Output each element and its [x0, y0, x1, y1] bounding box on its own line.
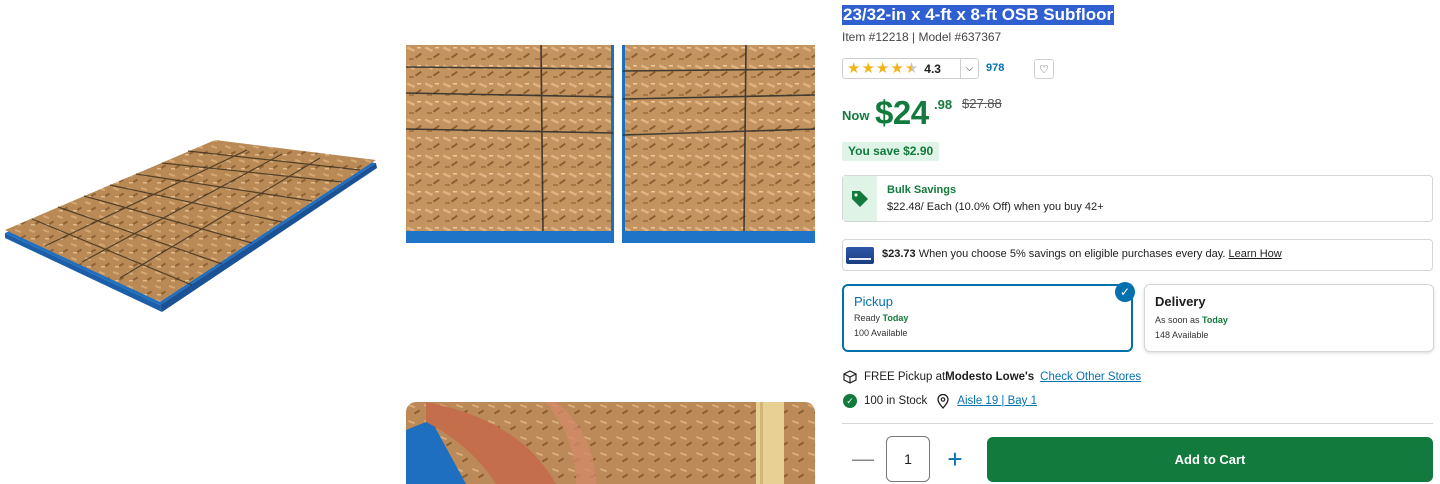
bulk-savings-title: Bulk Savings [887, 184, 957, 196]
chevron-down-icon[interactable]: ⌵ [960, 59, 978, 78]
rating-summary[interactable]: ★ ★ ★ ★ ★ 4.3 ⌵ [842, 58, 979, 79]
bulk-savings-card: Bulk Savings $22.48/ Each (10.0% Off) wh… [842, 175, 1433, 222]
pickup-ready-label: Ready [854, 313, 883, 323]
selected-check-icon: ✓ [1115, 282, 1135, 302]
box-icon [842, 369, 858, 385]
learn-how-link[interactable]: Learn How [1229, 248, 1282, 260]
pickup-ready-when: Today [882, 313, 909, 323]
price-now-label: Now [842, 108, 870, 123]
pickup-option[interactable]: Pickup Ready Today 100 Available ✓ [842, 282, 1135, 352]
card-offer-text: When you choose 5% savings on eligible p… [915, 248, 1229, 260]
delivery-soon-when: Today [1202, 315, 1228, 325]
star-icon: ★ [890, 60, 904, 77]
star-rating: ★ ★ ★ ★ ★ [847, 61, 918, 76]
product-image-closeup[interactable] [406, 45, 815, 243]
review-count-link[interactable]: 978 [986, 62, 1004, 74]
delivery-option[interactable]: Delivery As soon as Today 148 Available [1144, 284, 1434, 352]
product-details: 23/32-in x 4-ft x 8-ft OSB Subfloor Item… [842, 0, 1434, 484]
check-other-stores-link[interactable]: Check Other Stores [1040, 371, 1141, 383]
price-dollars: $24 [875, 94, 929, 131]
free-pickup-row: FREE Pickup at Modesto Lowe's Check Othe… [842, 369, 1141, 385]
rating-value: 4.3 [924, 61, 941, 76]
divider [842, 423, 1433, 424]
heart-icon: ♡ [1039, 63, 1049, 76]
pickup-available: 100 Available [854, 328, 908, 338]
item-model-number: Item #12218 | Model #637367 [842, 30, 1002, 44]
location-pin-icon [935, 393, 951, 409]
store-name: Modesto Lowe's [945, 371, 1035, 383]
stock-row: ✓ 100 in Stock Aisle 19 | Bay 1 [842, 393, 1037, 409]
quantity-input[interactable]: 1 [886, 436, 930, 482]
star-icon: ★ [875, 60, 890, 77]
check-circle-icon: ✓ [843, 394, 857, 408]
credit-card-offer: $23.73 When you choose 5% savings on eli… [842, 239, 1433, 271]
product-image-main[interactable] [0, 130, 380, 320]
quantity-increase-button[interactable]: + [942, 444, 968, 474]
bulk-savings-description: $22.48/ Each (10.0% Off) when you buy 42… [887, 201, 1104, 213]
tag-icon [843, 176, 877, 221]
star-icon: ★ [861, 60, 875, 77]
delivery-title: Delivery [1155, 294, 1206, 309]
product-title: 23/32-in x 4-ft x 8-ft OSB Subfloor [842, 5, 1115, 25]
pickup-title: Pickup [854, 294, 894, 309]
star-icon: ★ [847, 60, 861, 77]
credit-card-icon [846, 247, 874, 264]
savings-badge: You save $2.90 [842, 142, 940, 161]
price-was: $27.88 [962, 96, 1002, 111]
aisle-bay-link[interactable]: Aisle 19 | Bay 1 [957, 395, 1037, 407]
quantity-decrease-button[interactable]: — [852, 445, 874, 473]
free-pickup-label: FREE Pickup at [864, 371, 946, 383]
stock-count: 100 in Stock [864, 395, 928, 407]
delivery-soon-label: As soon as [1155, 315, 1203, 325]
delivery-available: 148 Available [1155, 330, 1209, 340]
price-cents: .98 [934, 97, 953, 112]
product-image-installation[interactable] [406, 402, 815, 484]
add-to-cart-button[interactable]: Add to Cart [987, 437, 1433, 482]
card-offer-price: $23.73 [882, 248, 916, 260]
favorite-button[interactable]: ♡ [1034, 59, 1054, 79]
half-star-icon: ★ [904, 60, 919, 77]
